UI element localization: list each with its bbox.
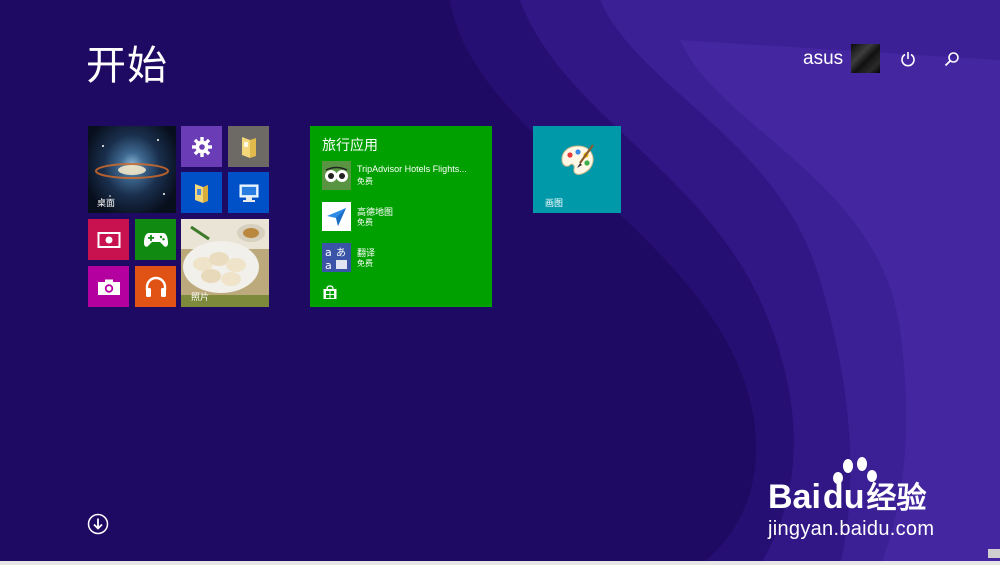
- brand-bai: Bai: [768, 478, 821, 516]
- svg-text:a: a: [325, 259, 332, 272]
- power-icon: [901, 52, 915, 67]
- folder-icon: [241, 136, 256, 158]
- computer-icon: [239, 184, 258, 202]
- avatar[interactable]: [851, 44, 880, 73]
- camera-tile[interactable]: [88, 266, 129, 307]
- game-controller-icon: [143, 232, 168, 247]
- palette-icon: [561, 144, 594, 175]
- search-icon: [944, 52, 959, 67]
- documents-tile[interactable]: [228, 126, 269, 167]
- translate-icon: a あ a: [322, 243, 351, 272]
- brand-jingyan: 经验: [866, 482, 927, 515]
- paint-tile[interactable]: 画图: [533, 126, 621, 213]
- all-apps-button[interactable]: [87, 513, 109, 535]
- list-item-translator[interactable]: a あ a 翻译 免费: [322, 243, 487, 273]
- baidu-brand: Baidu经验: [768, 473, 926, 517]
- svg-text:a: a: [325, 246, 332, 259]
- games-tile[interactable]: [135, 219, 176, 260]
- brand-du: du: [822, 478, 865, 516]
- file-explorer-tile[interactable]: [181, 172, 222, 213]
- this-pc-tile[interactable]: [228, 172, 269, 213]
- paint-label: 画图: [545, 199, 564, 209]
- file-explorer-icon: [194, 183, 208, 203]
- list-item-tripadvisor[interactable]: TripAdvisor Hotels Flights... 免费: [322, 161, 487, 191]
- map-navigation-icon: [322, 202, 351, 231]
- list-item-amap[interactable]: 高德地图 免费: [322, 202, 487, 232]
- bottom-edge: [0, 561, 1000, 565]
- tripadvisor-icon: [322, 161, 351, 190]
- music-tile[interactable]: [135, 266, 176, 307]
- group-title: 旅行应用: [322, 138, 378, 154]
- user-name[interactable]: asus: [803, 48, 843, 70]
- gear-icon: [191, 136, 212, 157]
- photos-tile[interactable]: 照片: [181, 219, 269, 307]
- app-price: 免费: [357, 218, 373, 227]
- travel-apps-group[interactable]: 旅行应用 TripAdvisor Hotels Flights... 免费 高德…: [310, 126, 492, 307]
- camera-icon: [97, 279, 120, 295]
- video-icon: [97, 231, 120, 248]
- search-button[interactable]: [940, 47, 964, 71]
- start-title: 开始: [86, 43, 168, 89]
- app-price: 免费: [357, 177, 373, 186]
- svg-text:あ: あ: [336, 247, 346, 259]
- desktop-label: 桌面: [97, 199, 116, 209]
- photos-label: 照片: [191, 293, 210, 303]
- desktop-tile[interactable]: 桌面: [88, 126, 176, 213]
- store-icon: [322, 285, 338, 300]
- baidu-url: jingyan.baidu.com: [768, 518, 935, 540]
- headphones-icon: [145, 276, 166, 297]
- arrow-down-circle-icon: [87, 513, 109, 535]
- app-price: 免费: [357, 259, 373, 268]
- corner-minimize-icon[interactable]: [988, 549, 1000, 558]
- app-name: TripAdvisor Hotels Flights...: [357, 164, 467, 174]
- video-tile[interactable]: [88, 219, 129, 260]
- power-button[interactable]: [896, 47, 920, 71]
- settings-tile[interactable]: [181, 126, 222, 167]
